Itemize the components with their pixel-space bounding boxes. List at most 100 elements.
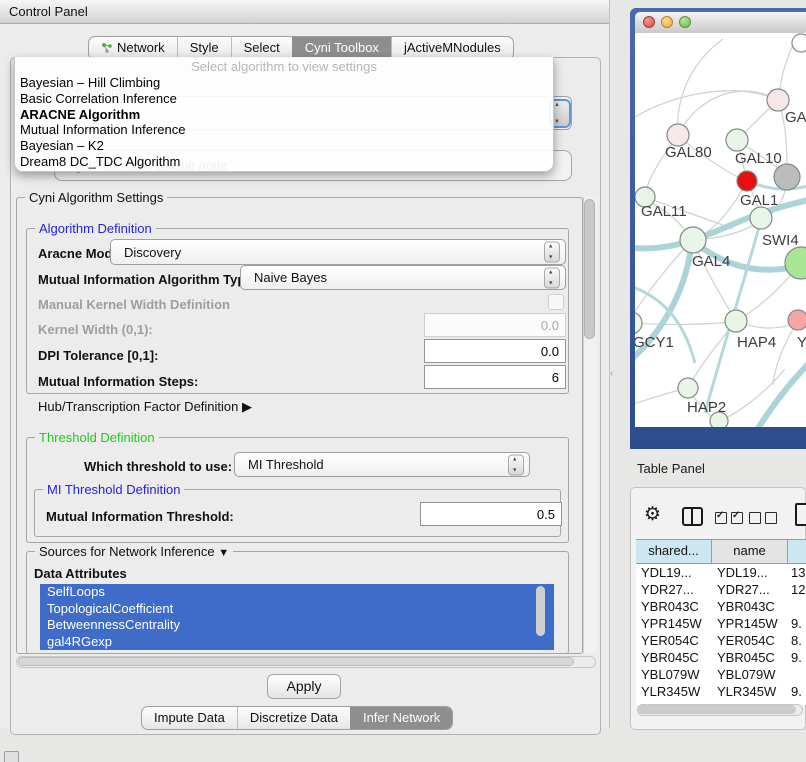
select-all-checkboxes-icon[interactable]	[715, 512, 743, 524]
node-gal4[interactable]	[680, 227, 706, 253]
dropdown-item[interactable]: Bayesian – K2	[15, 138, 553, 154]
table-row[interactable]: YER054CYER054C8.	[636, 632, 806, 649]
sources-title: Sources for Network Inference ▼	[35, 544, 233, 559]
tab-discretize-data[interactable]: Discretize Data	[237, 707, 350, 729]
column-header-partial[interactable]	[788, 540, 806, 563]
node-gal1[interactable]	[750, 207, 772, 229]
hub-definition-expander[interactable]: Hub/Transcription Factor Definition ▶	[38, 399, 252, 415]
tab-impute-data[interactable]: Impute Data	[142, 707, 237, 729]
collapsed-panel-chip[interactable]	[4, 751, 19, 762]
dropdown-item[interactable]: Dream8 DC_TDC Algorithm	[15, 154, 553, 170]
algorithm-definition-title: Algorithm Definition	[35, 221, 156, 236]
tab-style[interactable]: Style	[177, 37, 231, 59]
mac-minimize-icon[interactable]	[661, 16, 673, 28]
node-top[interactable]	[792, 34, 806, 52]
table-row[interactable]: YBR043CYBR043C	[636, 598, 806, 615]
table-cell	[788, 598, 806, 615]
stepper-icon[interactable]	[544, 242, 560, 263]
node-gray[interactable]	[774, 164, 800, 190]
data-attributes-label: Data Attributes	[34, 566, 127, 581]
table-cell: YDL19...	[712, 564, 788, 581]
node-label: GAL80	[665, 144, 712, 161]
attribute-list-item[interactable]: gal4RGexp	[40, 634, 554, 651]
dropdown-item[interactable]: Bayesian – Hill Climbing	[15, 75, 553, 91]
table-row[interactable]: YBL079WYBL079W	[636, 666, 806, 683]
node-label: SWI4	[762, 232, 799, 249]
threshold-definition-title: Threshold Definition	[35, 430, 159, 445]
table-panel-title: Table Panel	[637, 461, 705, 476]
node-label: GCY1	[635, 334, 674, 351]
tab-cyni-toolbox[interactable]: Cyni Toolbox	[292, 37, 391, 59]
expand-down-icon[interactable]: ▼	[218, 547, 229, 559]
table-cell: YDR27...	[636, 581, 712, 598]
mi-threshold-field[interactable]	[420, 502, 562, 526]
which-threshold-combobox[interactable]: MI Threshold	[234, 452, 530, 477]
node-gal80[interactable]	[667, 124, 689, 146]
table-row[interactable]: YPR145WYPR145W9.	[636, 615, 806, 632]
table-row[interactable]: YDR27...YDR27...12	[636, 581, 806, 598]
table-cell: 9.	[788, 615, 806, 632]
table-cell	[788, 666, 806, 683]
settings-vertical-scrollbar-thumb[interactable]	[584, 199, 595, 339]
mac-close-icon[interactable]	[643, 16, 655, 28]
network-canvas[interactable]: GALGAL80GAL10GAL1GAL11SWI4GAL4GCY1HAP4YH…	[635, 33, 806, 427]
tab-infer-network[interactable]: Infer Network	[350, 707, 452, 729]
mi-steps-field[interactable]	[424, 365, 566, 389]
node-pink-right[interactable]	[767, 89, 789, 111]
node-gal10[interactable]	[726, 129, 748, 151]
table-horizontal-scrollbar-thumb[interactable]	[638, 705, 796, 714]
table-cell: YBR043C	[636, 598, 712, 615]
data-attributes-list[interactable]: SelfLoopsTopologicalCoefficientBetweenne…	[40, 584, 554, 650]
stepper-icon[interactable]	[508, 454, 524, 475]
apply-button[interactable]: Apply	[267, 674, 341, 699]
dropdown-item[interactable]: ARACNE Algorithm	[15, 107, 553, 123]
dpi-tolerance-field[interactable]	[424, 339, 566, 363]
mi-algorithm-type-combobox[interactable]: Naive Bayes	[240, 265, 566, 290]
node-label: GAL	[785, 109, 806, 126]
panel-splitter-handle[interactable]: ‹	[610, 368, 618, 380]
node-hap4[interactable]	[725, 310, 747, 332]
tab-select[interactable]: Select	[231, 37, 292, 59]
control-panel-titlebar: Control Panel	[0, 0, 609, 24]
manual-kernel-width-checkbox[interactable]	[548, 294, 564, 310]
attribute-list-item[interactable]: SelfLoops	[40, 584, 554, 601]
aracne-mode-combobox[interactable]: Discovery	[110, 239, 566, 265]
table-cell: YBR045C	[636, 649, 712, 666]
node-salmon[interactable]	[788, 310, 806, 330]
dpi-tolerance-label: DPI Tolerance [0,1]:	[38, 348, 158, 363]
table-cell: 13	[788, 564, 806, 581]
columns-icon[interactable]	[682, 507, 703, 526]
node-swi4[interactable]	[785, 247, 806, 279]
node-gcy1[interactable]	[635, 312, 642, 334]
dropdown-item[interactable]: Basic Correlation Inference	[15, 91, 553, 107]
gear-icon[interactable]: ⚙	[644, 504, 661, 526]
table-cell: YER054C	[712, 632, 788, 649]
stepper-icon[interactable]	[544, 267, 560, 288]
dropdown-item[interactable]: Mutual Information Inference	[15, 122, 553, 138]
node-red[interactable]	[737, 171, 757, 191]
attribute-list-item[interactable]: BetweennessCentrality	[40, 617, 554, 634]
tab-network[interactable]: Network	[89, 37, 177, 59]
settings-horizontal-scrollbar-thumb[interactable]	[18, 657, 574, 666]
table-cell: YBL079W	[712, 666, 788, 683]
node-hap2[interactable]	[678, 378, 698, 398]
table-row[interactable]: YLR345WYLR345W9.	[636, 683, 806, 700]
mi-algorithm-type-label: Mutual Information Algorithm Type:	[38, 272, 257, 287]
cyni-algorithm-settings-title: Cyni Algorithm Settings	[25, 190, 167, 205]
collapse-right-icon[interactable]: ▶	[242, 399, 252, 415]
document-icon[interactable]	[795, 503, 806, 526]
deselect-all-checkboxes-icon[interactable]	[749, 512, 777, 524]
table-row[interactable]: YBR045CYBR045C9.	[636, 649, 806, 666]
attr-list-scrollbar[interactable]	[536, 586, 545, 636]
table-row[interactable]: YDL19...YDL19...13	[636, 564, 806, 581]
tab-jactivemnodules[interactable]: jActiveMNodules	[391, 37, 513, 59]
which-threshold-label: Which threshold to use:	[84, 459, 232, 474]
attribute-list-item[interactable]: TopologicalCoefficient	[40, 601, 554, 618]
table-cell: 12	[788, 581, 806, 598]
mi-threshold-label: Mutual Information Threshold:	[46, 509, 234, 524]
kernel-width-field[interactable]	[424, 313, 566, 337]
table-cell: 8.	[788, 632, 806, 649]
mac-zoom-icon[interactable]	[679, 16, 691, 28]
column-header-shared[interactable]: shared...	[636, 540, 712, 563]
column-header-name[interactable]: name	[712, 540, 788, 563]
